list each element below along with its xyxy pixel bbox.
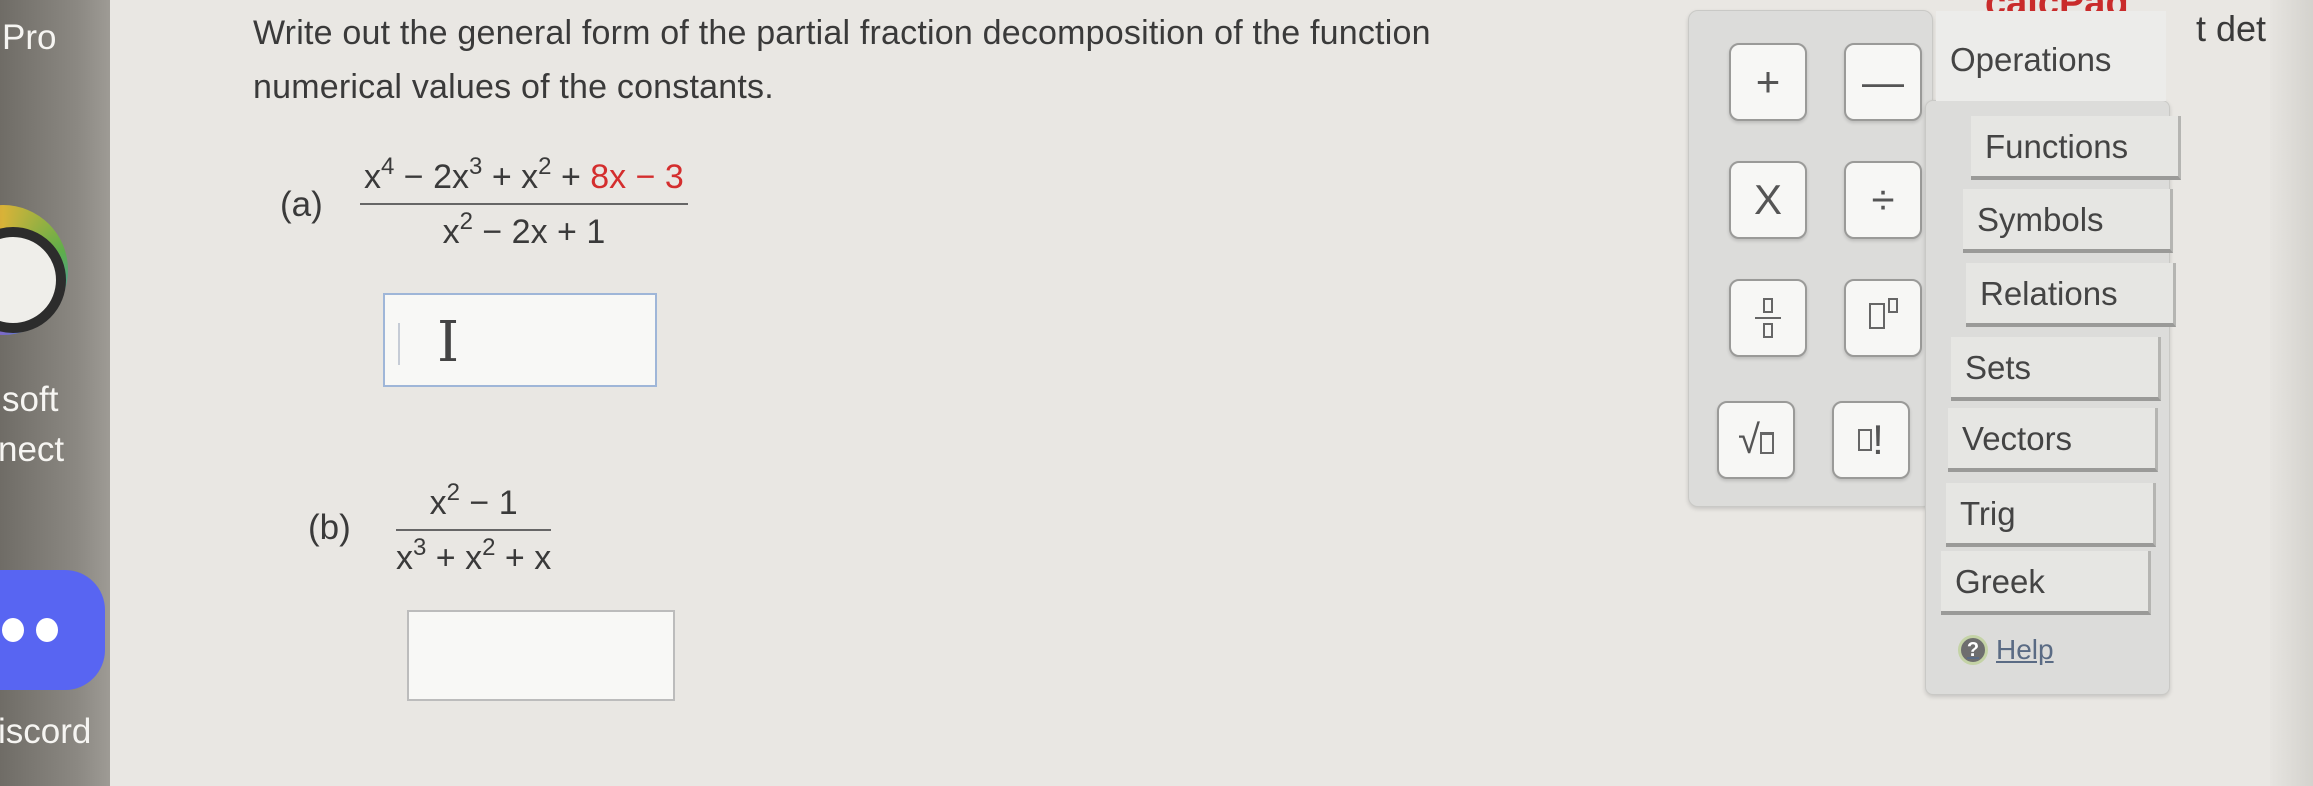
- tab-functions[interactable]: Functions: [1971, 116, 2181, 180]
- tab-greek[interactable]: Greek: [1941, 551, 2151, 615]
- question-text-line2: numerical values of the constants.: [253, 68, 774, 106]
- question-circle-icon: ?: [1958, 635, 1988, 665]
- tab-vectors[interactable]: Vectors: [1948, 408, 2158, 472]
- plus-button[interactable]: +: [1729, 43, 1807, 121]
- part-b-fraction: x2 − 1 x3 + x2 + x: [396, 479, 552, 578]
- placeholder-box-icon: [1763, 298, 1773, 313]
- placeholder-box-icon: [1858, 429, 1873, 451]
- exponent-template-button[interactable]: [1844, 279, 1922, 357]
- right-edge-shadow: [2270, 0, 2313, 786]
- part-a-label: (a): [280, 185, 323, 224]
- fraction-bar: [1755, 317, 1781, 319]
- discord-icon[interactable]: [0, 570, 105, 690]
- part-a-numerator: x4 − 2x3 + x2 + 8x − 3: [364, 153, 684, 197]
- tab-symbols[interactable]: Symbols: [1963, 189, 2173, 253]
- placeholder-box-icon: [1759, 432, 1774, 454]
- ibeam-cursor-icon: I: [437, 310, 460, 375]
- placeholder-box-icon: [1868, 303, 1885, 329]
- os-dock: Pro soft nect iscord: [0, 0, 110, 786]
- part-a-fraction: x4 − 2x3 + x2 + 8x − 3 x2 − 2x + 1: [360, 153, 688, 252]
- part-b-numerator: x2 − 1: [429, 479, 518, 523]
- app-logo-icon[interactable]: [0, 205, 68, 335]
- part-a-denominator: x2 − 2x + 1: [360, 203, 688, 252]
- help-label: Help: [1996, 634, 2054, 665]
- tab-sets[interactable]: Sets: [1951, 337, 2161, 401]
- dock-label-soft[interactable]: soft: [2, 380, 58, 420]
- calcpad-category-panel: Operations Functions Symbols Relations S…: [1925, 11, 2181, 695]
- cropped-question-text: t det: [2196, 8, 2267, 49]
- part-b-denominator: x3 + x2 + x: [396, 529, 552, 578]
- placeholder-box-icon: [1763, 323, 1773, 338]
- sqrt-template-button[interactable]: √: [1717, 401, 1795, 479]
- tab-relations[interactable]: Relations: [1966, 263, 2176, 327]
- multiply-button[interactable]: X: [1729, 161, 1807, 239]
- minus-button[interactable]: —: [1844, 43, 1922, 121]
- help-link[interactable]: ? Help: [1958, 634, 2054, 666]
- placeholder-box-icon: [1887, 298, 1898, 313]
- dock-label-pro[interactable]: Pro: [2, 18, 56, 58]
- part-a-answer-input[interactable]: I: [383, 293, 657, 387]
- factorial-template-button[interactable]: !: [1832, 401, 1910, 479]
- tab-trig[interactable]: Trig: [1946, 483, 2156, 547]
- dock-label-nect[interactable]: nect: [0, 430, 64, 470]
- tab-operations[interactable]: Operations: [1936, 11, 2166, 101]
- calcpad-keypad: + — X ÷ √ !: [1688, 10, 1933, 507]
- fraction-template-button[interactable]: [1729, 279, 1807, 357]
- dock-label-discord[interactable]: iscord: [0, 712, 91, 752]
- part-b-answer-input[interactable]: [407, 610, 675, 701]
- part-b-label: (b): [308, 508, 351, 547]
- question-text-line1: Write out the general form of the partia…: [253, 14, 1431, 52]
- divide-button[interactable]: ÷: [1844, 161, 1922, 239]
- text-caret: [398, 323, 400, 365]
